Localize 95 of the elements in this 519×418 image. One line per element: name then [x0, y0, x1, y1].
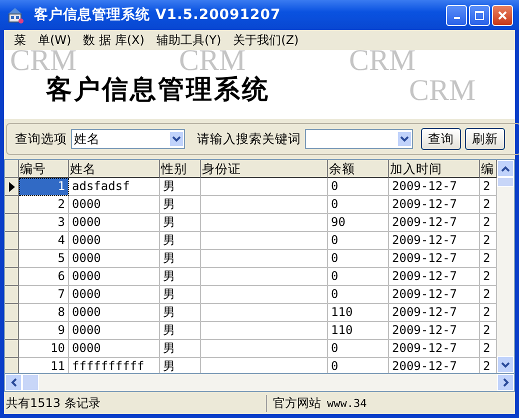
menu-item[interactable]: 关于我们(Z) — [233, 32, 299, 48]
site-label: 官方网站 — [266, 394, 321, 412]
table-cell: 2009-12-7 — [389, 268, 480, 286]
chevron-down-icon — [501, 362, 510, 368]
chevron-down-icon — [400, 136, 409, 142]
table-cell: 男 — [160, 286, 201, 304]
table-cell: 2009-12-7 — [389, 214, 480, 232]
column-header[interactable]: 编 — [480, 160, 497, 178]
record-count: 共有1513 条记录 — [6, 394, 102, 412]
table-cell: 0000 — [69, 268, 160, 286]
table-cell: 2009-12-7 — [389, 178, 480, 196]
maximize-button[interactable] — [469, 4, 490, 26]
scroll-thumb[interactable] — [22, 374, 39, 391]
close-icon — [498, 10, 507, 20]
table-cell: 0 — [328, 196, 389, 214]
table-cell: 男 — [160, 322, 201, 340]
keyword-dropdown[interactable] — [305, 129, 413, 149]
keyword-label: 请输入搜索关键词 — [197, 130, 301, 148]
chevron-down-icon — [172, 136, 181, 142]
table-cell: 男 — [160, 196, 201, 214]
table-cell: 90 — [328, 214, 389, 232]
column-header[interactable]: 姓名 — [69, 160, 160, 178]
scroll-thumb[interactable] — [497, 177, 514, 187]
table-cell: 1 — [19, 178, 69, 196]
column-header[interactable]: 性别 — [160, 160, 201, 178]
table-cell: 2009-12-7 — [389, 304, 480, 322]
table-cell: 2009-12-7 — [389, 232, 480, 250]
table-cell: 2 — [19, 196, 69, 214]
minimize-icon — [454, 17, 460, 19]
column-header[interactable]: 余额 — [328, 160, 389, 178]
search-option-label: 查询选项 — [15, 130, 67, 148]
menu-item[interactable]: 菜 单(W) — [14, 32, 72, 48]
table-cell: 男 — [160, 214, 201, 232]
chevron-left-icon — [10, 378, 16, 387]
search-button[interactable]: 查询 — [421, 128, 461, 150]
table-cell: 0000 — [69, 286, 160, 304]
banner-title: 客户信息管理系统 — [46, 74, 270, 107]
minimize-button[interactable] — [446, 4, 467, 26]
table-cell: 0 — [328, 286, 389, 304]
table-cell: 男 — [160, 250, 201, 268]
table-cell: 0000 — [69, 214, 160, 232]
menu-item[interactable]: 辅助工具(Y) — [156, 32, 222, 48]
table-cell: 0 — [328, 232, 389, 250]
column-header[interactable]: 编号 — [19, 160, 69, 178]
table-cell: 2009-12-7 — [389, 340, 480, 358]
table-cell: 男 — [160, 340, 201, 358]
table-cell: adsfadsf — [69, 178, 160, 196]
table-cell: 8 — [19, 304, 69, 322]
table-cell: 0 — [328, 178, 389, 196]
table-cell: 0000 — [69, 250, 160, 268]
house-icon — [6, 6, 24, 24]
menu-item[interactable]: 数 据 库(X) — [83, 32, 144, 48]
table-cell: 0000 — [69, 304, 160, 322]
site-url: www.34 — [326, 396, 367, 410]
table-cell: 2009-12-7 — [389, 286, 480, 304]
search-option-dropdown[interactable]: 姓名 — [71, 129, 185, 149]
banner-watermark: CRM — [179, 50, 246, 76]
table-cell: 9 — [19, 322, 69, 340]
current-row-arrow-icon — [8, 182, 14, 192]
table-cell: 110 — [328, 304, 389, 322]
close-button[interactable] — [492, 4, 513, 26]
column-header[interactable]: 加入时间 — [389, 160, 480, 178]
banner-watermark: CRM — [409, 76, 476, 106]
table-cell: 0000 — [69, 196, 160, 214]
table-cell: 3 — [19, 214, 69, 232]
table-cell: 2009-12-7 — [389, 322, 480, 340]
chevron-up-icon — [501, 166, 510, 172]
window-title: 客户信息管理系统 V1.5.20091207 — [34, 6, 281, 24]
vertical-scrollbar[interactable] — [497, 160, 514, 373]
table-cell: 男 — [160, 178, 201, 196]
search-button[interactable]: 刷新 — [465, 128, 505, 150]
table-cell: 0000 — [69, 322, 160, 340]
table-cell: 男 — [160, 304, 201, 322]
maximize-icon — [475, 10, 484, 20]
banner-watermark: CRM — [349, 50, 416, 76]
chevron-right-icon — [502, 378, 508, 387]
table-cell: 0 — [328, 250, 389, 268]
table-cell: 4 — [19, 232, 69, 250]
table-cell: 男 — [160, 268, 201, 286]
table-cell: 2009-12-7 — [389, 250, 480, 268]
table-cell: 0000 — [69, 340, 160, 358]
column-header[interactable]: 身份证 — [201, 160, 328, 178]
table-cell: 0000 — [69, 232, 160, 250]
table-cell: 7 — [19, 286, 69, 304]
table-cell: 男 — [160, 232, 201, 250]
row-indicator[interactable] — [5, 178, 19, 196]
table-cell: 5 — [19, 250, 69, 268]
table-cell: 0 — [328, 340, 389, 358]
horizontal-scrollbar[interactable] — [4, 374, 515, 392]
table-cell: 6 — [19, 268, 69, 286]
table-cell: 0 — [328, 268, 389, 286]
table-cell: 10 — [19, 340, 69, 358]
table-cell: 2009-12-7 — [389, 196, 480, 214]
table-cell: 110 — [328, 322, 389, 340]
banner-watermark: CRM — [10, 50, 77, 76]
